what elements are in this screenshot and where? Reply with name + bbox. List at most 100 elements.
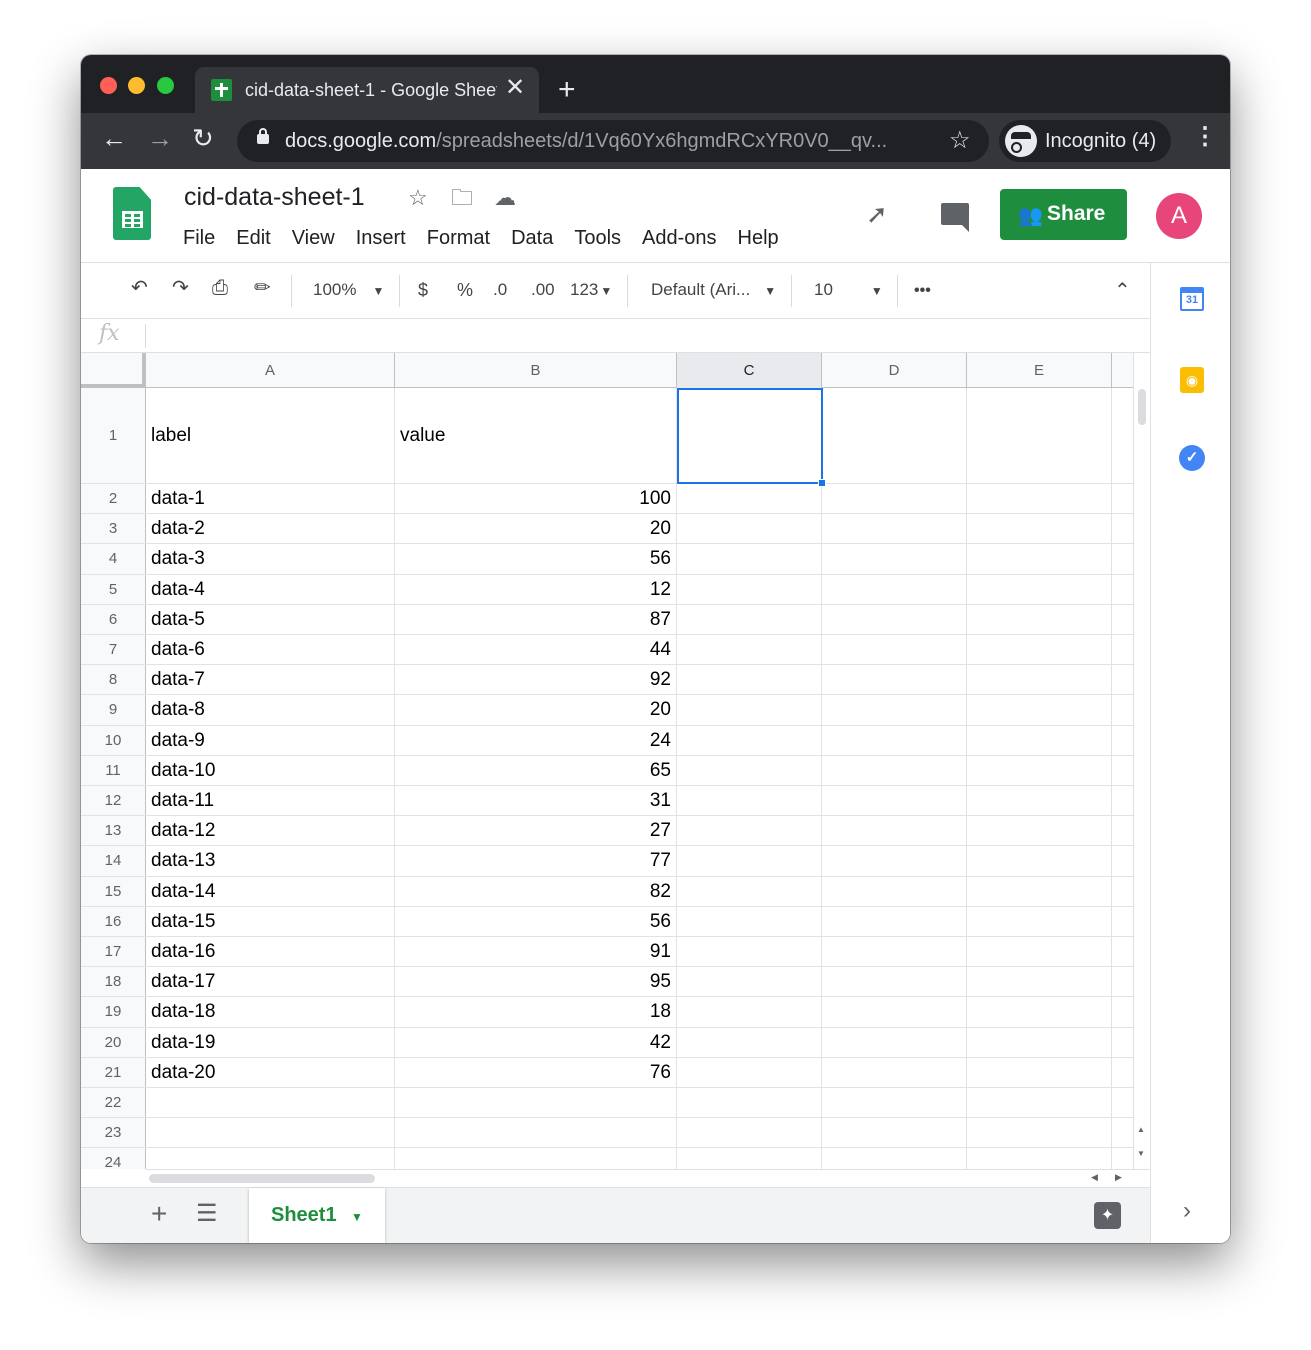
sheet-tab[interactable]: Sheet1 ▼ (249, 1188, 385, 1243)
cell-a1[interactable]: label (146, 388, 395, 483)
row-header[interactable]: 5 (81, 574, 146, 604)
cell-c23[interactable] (677, 1118, 822, 1148)
cell-d22[interactable] (822, 1088, 967, 1118)
cell-c16[interactable] (677, 906, 822, 936)
menu-item-view[interactable]: View (292, 227, 335, 250)
column-header-c[interactable]: C (677, 353, 822, 388)
cell-b5[interactable]: 12 (395, 574, 677, 604)
cell-e18[interactable] (967, 967, 1112, 997)
menu-item-data[interactable]: Data (511, 227, 553, 250)
cell-b12[interactable]: 31 (395, 786, 677, 816)
cell-a2[interactable]: data-1 (146, 484, 395, 514)
scroll-left-arrow-icon[interactable]: ◀ (1091, 1172, 1098, 1183)
cell-b10[interactable]: 24 (395, 725, 677, 755)
zoom-select[interactable]: 100% ▼ (313, 281, 384, 298)
add-sheet-button[interactable]: + (151, 1200, 167, 1228)
cell-b24[interactable] (395, 1148, 677, 1169)
cell-b9[interactable]: 20 (395, 695, 677, 725)
menu-item-tools[interactable]: Tools (574, 227, 621, 250)
cell-e13[interactable] (967, 816, 1112, 846)
cell-a22[interactable] (146, 1088, 395, 1118)
horizontal-scroll-thumb[interactable] (149, 1174, 375, 1183)
avatar[interactable]: A (1156, 193, 1202, 239)
cell-a15[interactable]: data-14 (146, 876, 395, 906)
cell-a7[interactable]: data-6 (146, 635, 395, 665)
cell-b7[interactable]: 44 (395, 635, 677, 665)
row-header[interactable]: 11 (81, 755, 146, 785)
bookmark-star-icon[interactable]: ☆ (949, 126, 971, 155)
cell-c9[interactable] (677, 695, 822, 725)
cell-a6[interactable]: data-5 (146, 604, 395, 634)
kebab-menu-icon[interactable]: ⋮ (1193, 125, 1217, 149)
cell-d2[interactable] (822, 484, 967, 514)
cell-b18[interactable]: 95 (395, 967, 677, 997)
scroll-up-arrow-icon[interactable]: ▲ (1137, 1125, 1145, 1134)
column-header-d[interactable]: D (822, 353, 967, 388)
row-header[interactable]: 10 (81, 725, 146, 755)
row-header[interactable]: 6 (81, 604, 146, 634)
cell-e8[interactable] (967, 665, 1112, 695)
row-header[interactable]: 20 (81, 1027, 146, 1057)
explore-icon[interactable]: ✦ (1094, 1202, 1121, 1229)
cell-d23[interactable] (822, 1118, 967, 1148)
cell-a18[interactable]: data-17 (146, 967, 395, 997)
cell-d8[interactable] (822, 665, 967, 695)
cell-e7[interactable] (967, 635, 1112, 665)
activity-trend-icon[interactable]: ➚ (866, 199, 888, 230)
cell-a14[interactable]: data-13 (146, 846, 395, 876)
comment-icon[interactable] (941, 203, 969, 232)
more-options-icon[interactable]: ••• (914, 283, 931, 299)
vertical-scroll-thumb[interactable] (1138, 389, 1146, 425)
cell-e5[interactable] (967, 574, 1112, 604)
row-header[interactable]: 23 (81, 1118, 146, 1148)
cell-c19[interactable] (677, 997, 822, 1027)
cell-a4[interactable]: data-3 (146, 544, 395, 574)
cell-d6[interactable] (822, 604, 967, 634)
cell-e1[interactable] (967, 388, 1112, 483)
cell-c13[interactable] (677, 816, 822, 846)
row-header[interactable]: 8 (81, 665, 146, 695)
redo-icon[interactable]: ↷ (172, 278, 189, 298)
all-sheets-menu-icon[interactable]: ☰ (196, 1202, 218, 1226)
menu-item-format[interactable]: Format (427, 227, 490, 250)
cell-e23[interactable] (967, 1118, 1112, 1148)
keep-icon[interactable]: ◉ (1180, 367, 1204, 393)
browser-tab[interactable]: cid-data-sheet-1 - Google Sheets ✕ (195, 67, 539, 113)
percent-format-button[interactable]: % (457, 281, 473, 299)
cell-b4[interactable]: 56 (395, 544, 677, 574)
cell-b23[interactable] (395, 1118, 677, 1148)
formula-input[interactable] (151, 319, 1141, 352)
move-folder-icon[interactable]: 🗀 (451, 187, 473, 209)
document-title[interactable]: cid-data-sheet-1 (184, 183, 365, 212)
cell-b19[interactable]: 18 (395, 997, 677, 1027)
cell-b15[interactable]: 82 (395, 876, 677, 906)
cell-c10[interactable] (677, 725, 822, 755)
incognito-profile-button[interactable]: Incognito (4) (999, 120, 1171, 162)
cell-e4[interactable] (967, 544, 1112, 574)
share-button[interactable]: 👥 Share (1000, 189, 1127, 240)
cell-c20[interactable] (677, 1027, 822, 1057)
paint-format-icon[interactable]: ✏ (254, 278, 271, 298)
reload-icon[interactable]: ↻ (192, 125, 214, 151)
forward-arrow-icon[interactable]: → (147, 125, 173, 151)
cell-a12[interactable]: data-11 (146, 786, 395, 816)
cell-a17[interactable]: data-16 (146, 937, 395, 967)
cell-c2[interactable] (677, 484, 822, 514)
cell-b17[interactable]: 91 (395, 937, 677, 967)
menu-item-file[interactable]: File (183, 227, 215, 250)
url-text[interactable]: docs.google.com/spreadsheets/d/1Vq60Yx6h… (285, 130, 887, 153)
decrease-decimal-button[interactable]: .0 (493, 281, 507, 298)
row-header[interactable]: 21 (81, 1057, 146, 1087)
cell-a21[interactable]: data-20 (146, 1057, 395, 1087)
cell-d9[interactable] (822, 695, 967, 725)
menu-item-insert[interactable]: Insert (356, 227, 406, 250)
row-header[interactable]: 16 (81, 906, 146, 936)
cell-b13[interactable]: 27 (395, 816, 677, 846)
cell-c3[interactable] (677, 514, 822, 544)
cell-d16[interactable] (822, 906, 967, 936)
close-tab-icon[interactable]: ✕ (505, 76, 525, 100)
scroll-right-arrow-icon[interactable]: ▶ (1115, 1172, 1122, 1183)
cell-c14[interactable] (677, 846, 822, 876)
cell-e15[interactable] (967, 876, 1112, 906)
row-header[interactable]: 12 (81, 786, 146, 816)
